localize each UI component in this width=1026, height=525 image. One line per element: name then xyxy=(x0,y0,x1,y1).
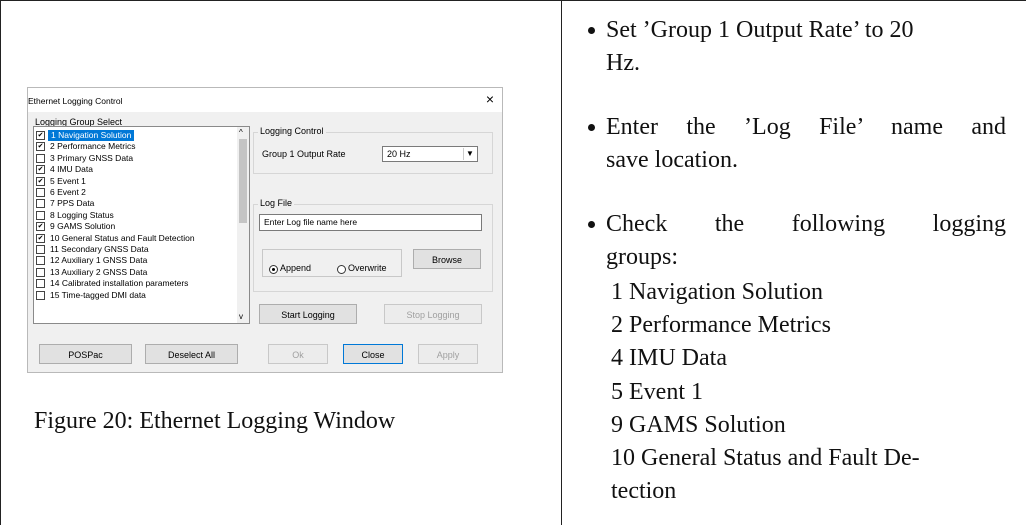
output-rate-label: Group 1 Output Rate xyxy=(262,149,346,159)
list-item-label: 2 Performance Metrics xyxy=(50,141,136,152)
list-item[interactable]: 11 Secondary GNSS Data xyxy=(34,244,236,255)
scroll-thumb[interactable] xyxy=(239,139,247,223)
group-to-check-line: 10 General Status and Fault De- xyxy=(611,445,920,471)
append-radio[interactable] xyxy=(269,265,278,274)
logging-group-checkbox[interactable] xyxy=(36,199,45,209)
logging-group-checkbox[interactable]: ✔ xyxy=(36,222,45,232)
list-item[interactable]: ✔ 1 Navigation Solution xyxy=(34,130,236,141)
log-file-label: Log File xyxy=(258,198,295,208)
bullet-2-line-2: save location. xyxy=(606,147,738,173)
group-to-check-line: 9 GAMS Solution xyxy=(611,411,786,438)
group-to-check-line: 1 Navigation Solution xyxy=(611,279,823,305)
logging-group-checkbox[interactable] xyxy=(36,153,45,163)
list-item-label: 1 Navigation Solution xyxy=(48,130,135,141)
list-item[interactable]: ✔ 2 Performance Metrics xyxy=(34,141,236,152)
dialog-title: Ethernet Logging Control xyxy=(28,96,123,106)
logging-group-checkbox[interactable]: ✔ xyxy=(36,131,45,140)
logging-group-checkbox[interactable] xyxy=(36,188,45,197)
group-to-check-line: 4 IMU Data xyxy=(611,345,727,372)
stop-logging-button[interactable]: Stop Logging xyxy=(384,304,482,324)
logging-group-checkbox[interactable]: ✔ xyxy=(36,233,45,243)
bullet-3-line-1: Check the following logging xyxy=(606,211,1006,237)
list-item[interactable]: ✔ 10 General Status and Fault Detection xyxy=(34,233,236,244)
append-label: Append xyxy=(280,263,312,273)
table-left-rule xyxy=(0,0,1,525)
list-item[interactable]: 6 Event 2 xyxy=(34,187,236,198)
logging-group-checkbox[interactable]: ✔ xyxy=(36,142,45,152)
logging-group-checkbox[interactable] xyxy=(36,279,45,289)
list-item-label: 11 Secondary GNSS Data xyxy=(50,244,149,254)
group-to-check-line: tection xyxy=(611,478,677,505)
group-to-check-line: 5 Event 1 xyxy=(611,378,703,405)
logging-group-checkbox[interactable]: ✔ xyxy=(36,176,45,186)
ethernet-logging-dialog: Ethernet Logging Control × Logging Group… xyxy=(27,87,503,373)
scroll-up-icon[interactable]: ^ xyxy=(239,129,243,137)
list-item[interactable]: 3 Primary GNSS Data xyxy=(34,153,236,164)
logging-group-list[interactable]: ✔ 1 Navigation Solution ✔ 2 Performance Met… xyxy=(33,126,250,324)
output-rate-select[interactable]: 20 Hz ▼ xyxy=(382,146,478,162)
deselect-all-button[interactable]: Deselect All xyxy=(145,344,238,364)
logging-group-checkbox[interactable] xyxy=(36,267,45,277)
logging-group-checkbox[interactable] xyxy=(36,256,45,266)
ok-button[interactable]: Ok xyxy=(268,344,328,364)
list-item-label: 5 Event 1 xyxy=(50,175,86,186)
list-item-label: 15 Time-tagged DMI data xyxy=(50,289,146,300)
bullet-1-line-2: Hz. xyxy=(606,50,640,76)
overwrite-label: Overwrite xyxy=(348,263,387,273)
list-item[interactable]: ✔ 4 IMU Data xyxy=(34,164,236,175)
list-item-label: 9 GAMS Solution xyxy=(50,221,116,232)
bullet-icon xyxy=(588,27,595,34)
list-item-label: 13 Auxiliary 2 GNSS Data xyxy=(50,266,148,277)
list-item-label: 6 Event 2 xyxy=(50,187,86,197)
table-top-rule xyxy=(0,0,1026,1)
logging-control-label: Logging Control xyxy=(258,126,326,136)
list-item[interactable]: 15 Time-tagged DMI data xyxy=(34,290,236,301)
apply-button[interactable]: Apply xyxy=(418,344,478,364)
list-item[interactable]: 7 PPS Data xyxy=(34,198,236,209)
start-logging-button[interactable]: Start Logging xyxy=(259,304,357,324)
logging-group-checkbox[interactable] xyxy=(36,210,45,220)
output-rate-value: 20 Hz xyxy=(387,149,411,159)
list-item-label: 10 General Status and Fault Detection xyxy=(50,232,195,243)
close-icon[interactable]: × xyxy=(486,92,494,106)
bullet-1-line-1: Set ’Group 1 Output Rate’ to 20 xyxy=(606,17,914,43)
list-item-label: 7 PPS Data xyxy=(50,198,95,209)
bullet-3-line-2: groups: xyxy=(606,244,678,270)
list-item[interactable]: 8 Logging Status xyxy=(34,210,236,221)
list-item-label: 14 Calibrated installation parameters xyxy=(50,278,189,289)
bullet-icon xyxy=(588,124,595,131)
logging-group-checkbox[interactable] xyxy=(36,290,45,300)
chevron-down-icon[interactable]: ▼ xyxy=(463,148,476,160)
list-item-label: 3 Primary GNSS Data xyxy=(50,152,134,163)
list-item[interactable]: 12 Auxiliary 1 GNSS Data xyxy=(34,255,236,266)
bullet-icon xyxy=(588,221,595,228)
log-file-input[interactable]: Enter Log file name here xyxy=(259,214,482,231)
table-column-rule xyxy=(561,0,562,525)
list-item[interactable]: 14 Calibrated installation parameters xyxy=(34,278,236,289)
list-item-label: 8 Logging Status xyxy=(50,209,114,220)
dialog-titlebar: Ethernet Logging Control × xyxy=(28,88,502,112)
close-button[interactable]: Close xyxy=(343,344,403,364)
list-item[interactable]: 13 Auxiliary 2 GNSS Data xyxy=(34,267,236,278)
scroll-down-icon[interactable]: v xyxy=(239,313,243,321)
list-item[interactable]: ✔ 9 GAMS Solution xyxy=(34,221,236,232)
pospac-button[interactable]: POSPac xyxy=(39,344,132,364)
bullet-2-line-1: Enter the ’Log File’ name and xyxy=(606,114,1006,140)
list-item-label: 12 Auxiliary 1 GNSS Data xyxy=(50,255,148,266)
logging-group-checkbox[interactable]: ✔ xyxy=(36,165,45,175)
list-item[interactable]: ✔ 5 Event 1 xyxy=(34,176,236,187)
figure-caption: Figure 20: Ethernet Logging Window xyxy=(34,408,396,434)
logging-group-checkbox[interactable] xyxy=(36,245,45,254)
group-to-check-line: 2 Performance Metrics xyxy=(611,312,831,339)
list-scrollbar[interactable]: ^ v xyxy=(237,127,249,323)
list-item-label: 4 IMU Data xyxy=(50,164,93,175)
overwrite-radio[interactable] xyxy=(337,265,346,274)
browse-button[interactable]: Browse xyxy=(413,249,481,269)
